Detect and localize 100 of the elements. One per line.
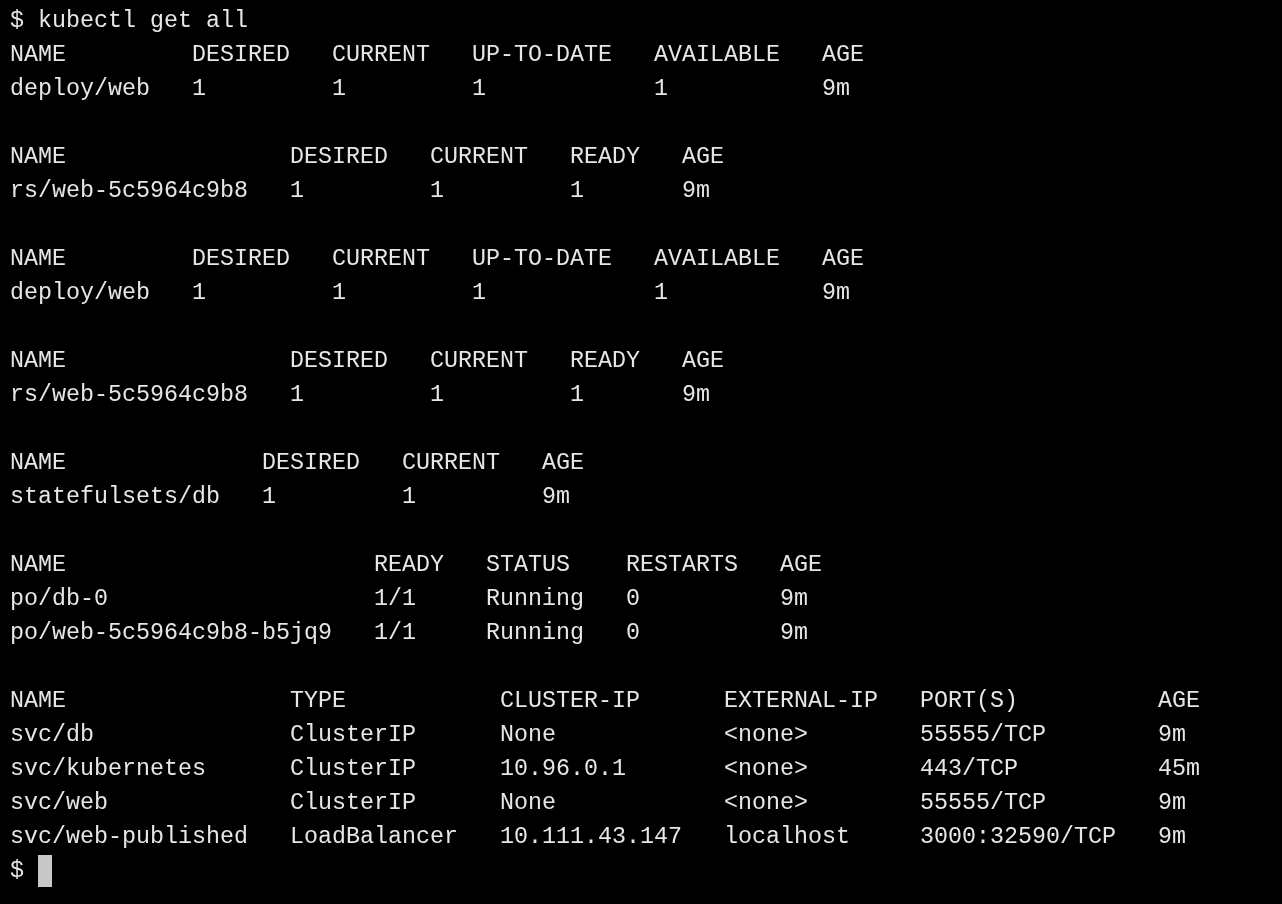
table-cell-text: 443/TCP [919,755,1019,784]
column-header: NAME [10,347,67,376]
column-header: AGE [1157,687,1200,716]
column-header: NAME [10,41,67,70]
table-cell-text: 55555/TCP [919,721,1047,750]
column-header: NAME [10,687,67,716]
table-cell-text: <none> [723,721,809,750]
table-cell-text: 9m [821,279,850,308]
column-header: UP-TO-DATE [471,41,613,70]
table-cell-text: 1 [192,75,207,104]
column-header: AVAILABLE [653,245,781,274]
table-cell-text: 1 [289,177,305,206]
table-cell-text: 9m [779,619,808,648]
table-cell-text: 1/1 [373,585,417,614]
table-cell-text: 1 [471,279,487,308]
table-cell-text: 1 [262,483,277,512]
table-cell-text: 55555/TCP [919,789,1047,818]
column-header: AGE [821,41,864,70]
column-header: STATUS [485,551,571,580]
column-header: READY [373,551,445,580]
column-header: READY [569,347,641,376]
table-cell-text: <none> [723,789,809,818]
column-header: PORT(S) [919,687,1019,716]
table-cell-text: po/db-0 [10,585,109,614]
table-cell-text: deploy/web [10,279,151,308]
table-cell-text: 9m [541,483,570,512]
table-cell-text: 1 [569,177,585,206]
table-cell-text: rs/web-5c5964c9b8 [10,381,249,410]
table-cell-text: statefulsets/db [10,483,221,512]
table-cell-text: 9m [681,381,710,410]
table-cell-text: 9m [779,585,808,614]
table-cell-text: 9m [1157,721,1186,750]
column-header: NAME [10,449,67,478]
table-cell-text: ClusterIP [289,721,417,750]
column-header: CURRENT [331,245,431,274]
table-cell-text: 1/1 [373,619,417,648]
column-header: CURRENT [331,41,431,70]
column-header: CLUSTER-IP [499,687,641,716]
column-header: DESIRED [192,245,291,274]
table-cell-text: 1 [331,75,347,104]
table-cell-text: rs/web-5c5964c9b8 [10,177,249,206]
table-cell-text: Running [485,585,585,614]
column-header: RESTARTS [625,551,739,580]
table-cell-text: svc/web [10,789,109,818]
table-cell-text: svc/kubernetes [10,755,207,784]
table-cell-text: 0 [625,619,641,648]
table-cell-text: 1 [653,75,669,104]
column-header: DESIRED [192,41,291,70]
table-cell-text: svc/web-published [10,823,249,852]
table-cell-text: ClusterIP [289,755,417,784]
column-header: NAME [10,551,67,580]
table-cell-text: 1 [192,279,207,308]
table-cell-text: 3000:32590/TCP [919,823,1117,852]
column-header: CURRENT [429,143,529,172]
prompt-symbol: $ [10,857,24,886]
table-cell-text: 10.96.0.1 [499,755,627,784]
column-header: NAME [10,143,67,172]
table-cell-text: 9m [1157,789,1186,818]
column-header: DESIRED [289,143,389,172]
column-header: CURRENT [429,347,529,376]
command-text: kubectl get all [38,7,248,36]
table-cell-text: 1 [289,381,305,410]
table-cell-text: 45m [1157,755,1200,784]
column-header: NAME [10,245,67,274]
table-cell-text: 0 [625,585,641,614]
column-header: READY [569,143,641,172]
table-cell-text: localhost [723,823,851,852]
column-header: AGE [779,551,822,580]
table-cell-text: LoadBalancer [289,823,459,852]
column-header: AGE [541,449,584,478]
column-header: AGE [681,347,724,376]
table-cell-text: svc/db [10,721,95,750]
column-header: AVAILABLE [653,41,781,70]
table-cell-text: 1 [653,279,669,308]
table-cell-text: 1 [401,483,417,512]
table-cell-text: 9m [681,177,710,206]
column-header: TYPE [289,687,347,716]
column-header: AGE [681,143,724,172]
table-cell-text: 9m [821,75,850,104]
table-cell-text: 1 [429,381,445,410]
table-cell-text: 1 [331,279,347,308]
table-cell-text: None [499,789,557,818]
table-cell-text: po/web-5c5964c9b8-b5jq9 [10,619,333,648]
table-cell-text: 1 [471,75,487,104]
table-cell-text: 9m [1157,823,1186,852]
prompt-symbol: $ [10,7,24,36]
column-header: AGE [821,245,864,274]
table-cell-text: 10.111.43.147 [499,823,683,852]
table-cell-text: 1 [569,381,585,410]
table-cell-text: None [499,721,557,750]
column-header: UP-TO-DATE [471,245,613,274]
table-cell-text: deploy/web [10,75,151,104]
table-cell-text: 1 [429,177,445,206]
table-cell-text: Running [485,619,585,648]
column-header: CURRENT [401,449,501,478]
column-header: DESIRED [262,449,361,478]
column-header: DESIRED [289,347,389,376]
table-cell-text: ClusterIP [289,789,417,818]
table-cell-text: <none> [723,755,809,784]
column-header: EXTERNAL-IP [723,687,879,716]
